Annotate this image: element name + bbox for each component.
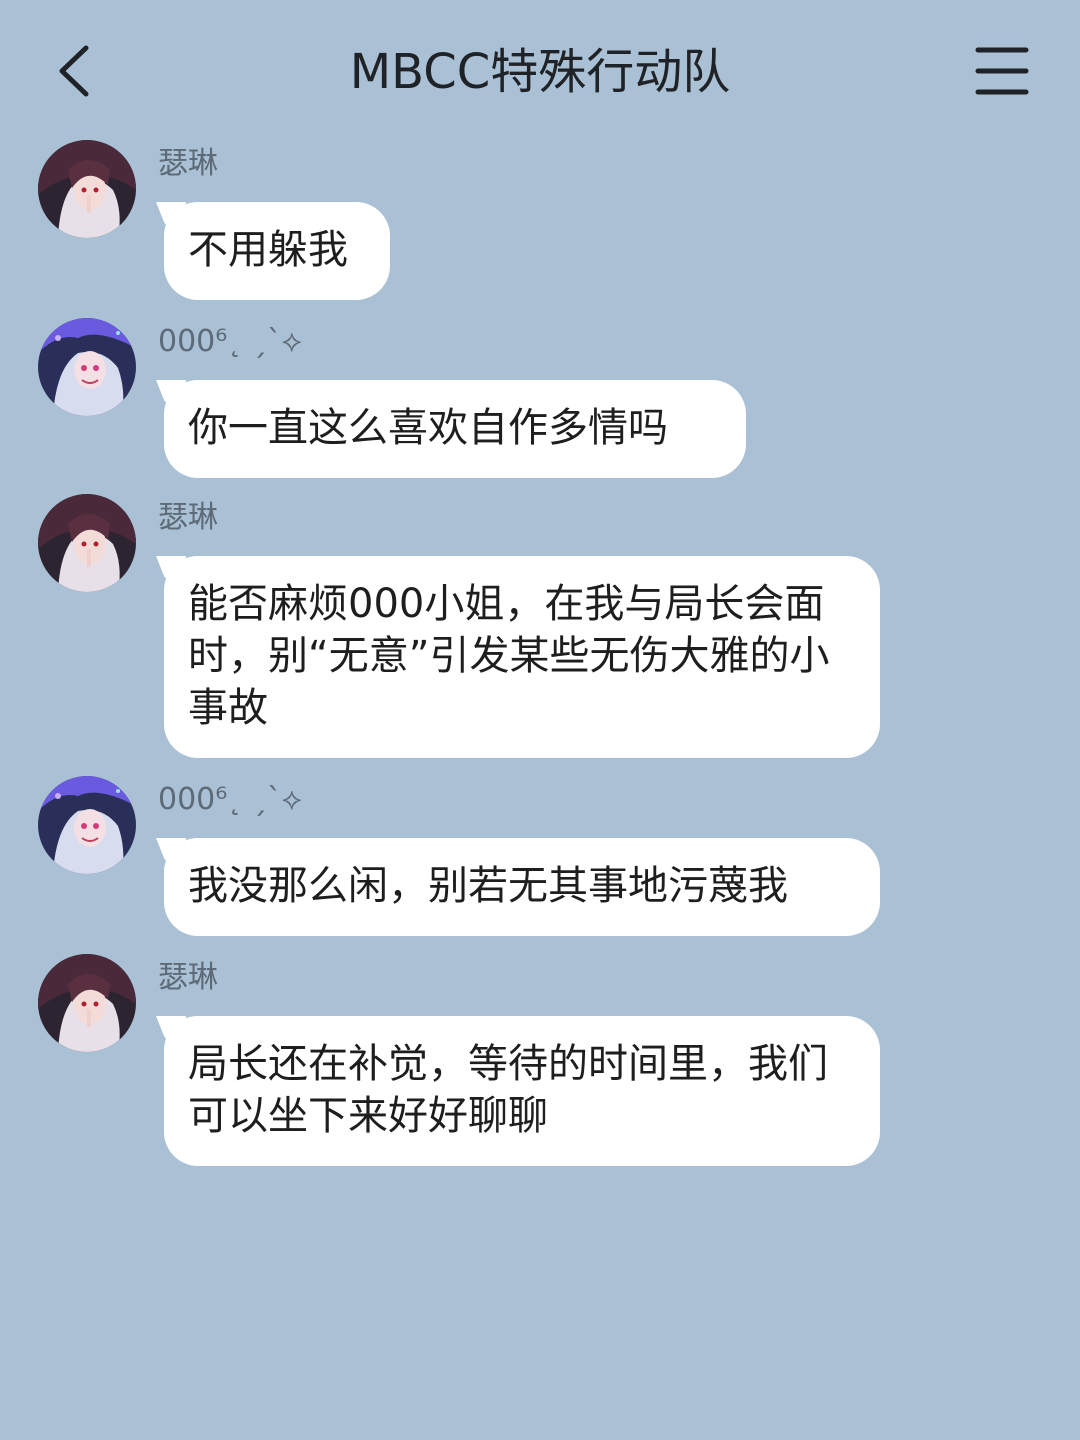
message-bubble[interactable]: 你一直这么喜欢自作多情吗 (164, 380, 746, 478)
avatar-serene[interactable] (38, 494, 136, 592)
avatar-serene[interactable] (38, 954, 136, 1052)
chat-title: MBCC特殊行动队 (349, 44, 731, 100)
avatar-serene[interactable] (38, 140, 136, 238)
avatar-000[interactable] (38, 318, 136, 416)
top-bar: MBCC特殊行动队 (0, 0, 1080, 140)
message-bubble[interactable]: 能否麻烦000小姐，在我与局长会面时，别“无意”引发某些无伤大雅的小事故 (164, 556, 880, 758)
message-bubble[interactable]: 不用躲我 (164, 202, 390, 300)
sender-name: 瑟琳 (158, 146, 218, 181)
message-bubble[interactable]: 我没那么闲，别若无其事地污蔑我 (164, 838, 880, 936)
menu-button[interactable] (974, 46, 1030, 96)
sender-name: 瑟琳 (158, 960, 218, 995)
hamburger-menu-icon (975, 47, 1029, 95)
message-bubble[interactable]: 局长还在补觉，等待的时间里，我们可以坐下来好好聊聊 (164, 1016, 880, 1166)
avatar-000[interactable] (38, 776, 136, 874)
sender-name: 瑟琳 (158, 500, 218, 535)
sender-name: 000⁶˛ ˏˋ⟡ (158, 782, 302, 817)
sender-name: 000⁶˛ ˏˋ⟡ (158, 324, 302, 359)
